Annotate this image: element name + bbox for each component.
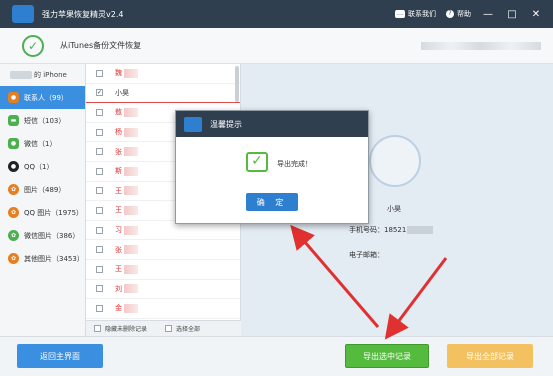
list-footer: 隐藏未删除记录 选择全部 (86, 320, 241, 336)
blurred-name (124, 303, 138, 313)
list-item-selected[interactable]: ✓ 小昊 (86, 84, 240, 104)
row-checkbox[interactable] (96, 304, 103, 312)
blurred-name (124, 68, 138, 78)
row-checkbox[interactable]: ✓ (96, 89, 103, 97)
other-photos-icon: ✿ (8, 253, 19, 264)
sidebar-item-other-photos[interactable]: ✿ 其他图片（3453） (0, 247, 85, 270)
sidebar-item-qq[interactable]: ● QQ（1） (0, 155, 85, 178)
restore-icon: ✓ (22, 34, 44, 57)
list-item[interactable]: 张 (86, 240, 240, 260)
list-item[interactable]: 魏 (86, 64, 240, 84)
device-name: 的 iPhone (0, 64, 85, 86)
sidebar-item-qq-photos[interactable]: ✿ QQ 图片（1975） (0, 201, 85, 224)
footer-bar: 返回主界面 导出选中记录 导出全部记录 (0, 336, 553, 376)
blurred-device-owner (10, 71, 32, 79)
help-icon: ? (446, 10, 454, 18)
row-checkbox[interactable] (96, 285, 103, 293)
row-checkbox[interactable] (96, 69, 103, 77)
contacts-icon: ● (8, 92, 19, 103)
row-checkbox[interactable] (96, 246, 103, 254)
row-checkbox[interactable] (96, 108, 103, 116)
close-button[interactable]: ✕ (529, 9, 543, 20)
email-field: 电子邮箱： (349, 251, 384, 259)
back-to-main-button[interactable]: 返回主界面 (17, 344, 103, 368)
sms-icon: ▬ (8, 115, 19, 126)
header-bar: ✓ 从iTunes备份文件恢复 (0, 28, 553, 64)
sidebar-item-wechat-photos[interactable]: ✿ 微信图片（386） (0, 224, 85, 247)
export-all-button[interactable]: 导出全部记录 (447, 344, 533, 368)
app-logo-icon (184, 116, 202, 132)
list-item[interactable]: 金 (86, 299, 240, 319)
wechat-photos-icon: ✿ (8, 230, 19, 241)
row-checkbox[interactable] (96, 128, 103, 136)
blurred-name (124, 166, 138, 176)
title-bar: 强力苹果恢复精灵v2.4 … 联系我们 ? 帮助 — □ ✕ (0, 0, 553, 28)
minimize-button[interactable]: — (481, 9, 495, 20)
export-complete-dialog: 温馨提示 ✓ 导出完成！ 确 定 (175, 110, 369, 224)
list-item[interactable]: 刘 (86, 280, 240, 300)
dialog-message: 导出完成！ (277, 160, 312, 168)
contact-name: 小昊 (387, 205, 401, 213)
app-title: 强力苹果恢复精灵v2.4 (42, 9, 124, 19)
export-selected-button[interactable]: 导出选中记录 (345, 344, 429, 368)
select-all-checkbox[interactable] (165, 325, 173, 332)
blurred-name (124, 205, 138, 215)
blurred-name (124, 225, 138, 235)
blurred-name (124, 245, 138, 255)
blurred-path (421, 41, 541, 50)
row-checkbox[interactable] (96, 265, 103, 273)
check-icon: ✓ (246, 152, 268, 172)
sidebar-item-contacts[interactable]: ● 联系人（99） (0, 86, 85, 109)
hide-unselected-checkbox[interactable] (94, 325, 101, 332)
blurred-name (124, 264, 138, 274)
blurred-name (124, 107, 138, 117)
qq-photos-icon: ✿ (8, 207, 19, 218)
page-title: 从iTunes备份文件恢复 (60, 41, 142, 50)
help-link[interactable]: ? 帮助 (446, 9, 471, 19)
blurred-name (124, 284, 138, 294)
sidebar-item-wechat[interactable]: ● 微信（1） (0, 132, 85, 155)
row-checkbox[interactable] (96, 206, 103, 214)
sidebar: 的 iPhone ● 联系人（99） ▬ 短信（103） ● 微信（1） ● Q… (0, 64, 86, 336)
chat-icon: … (395, 10, 405, 18)
blurred-phone (407, 226, 434, 234)
photos-icon: ✿ (8, 184, 19, 195)
blurred-name (124, 186, 138, 196)
qq-icon: ● (8, 161, 19, 172)
blurred-name (124, 127, 138, 137)
row-checkbox[interactable] (96, 187, 103, 195)
ok-button[interactable]: 确 定 (246, 193, 298, 211)
wechat-icon: ● (8, 138, 19, 149)
row-checkbox[interactable] (96, 167, 103, 175)
sidebar-item-photos[interactable]: ✿ 图片（489） (0, 178, 85, 201)
row-checkbox[interactable] (96, 148, 103, 156)
dialog-title-bar: 温馨提示 (176, 111, 368, 137)
list-item[interactable]: 王 (86, 260, 240, 280)
sidebar-item-sms[interactable]: ▬ 短信（103） (0, 109, 85, 132)
contact-us-link[interactable]: … 联系我们 (395, 9, 436, 19)
list-scrollbar[interactable] (235, 66, 239, 102)
app-logo-icon (12, 5, 34, 23)
avatar (369, 135, 421, 187)
row-checkbox[interactable] (96, 226, 103, 234)
phone-number: 手机号码：18521 (349, 225, 434, 235)
maximize-button[interactable]: □ (505, 9, 519, 20)
blurred-name (124, 147, 138, 157)
